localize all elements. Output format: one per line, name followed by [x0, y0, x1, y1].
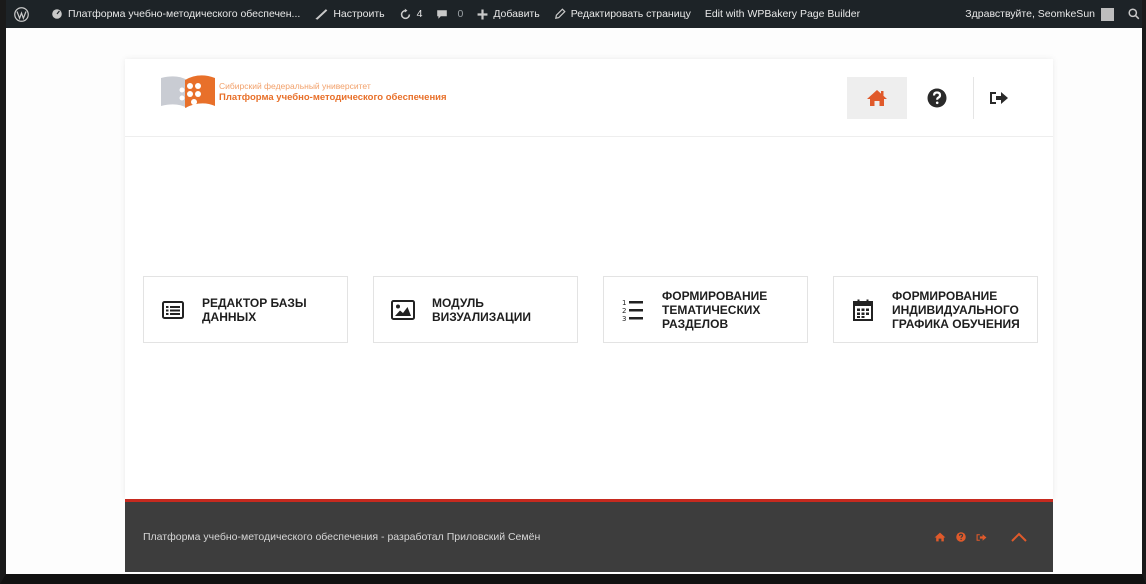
tile-icon-wrap	[144, 300, 202, 319]
edit-page-link[interactable]: Редактировать страницу	[547, 0, 698, 28]
page-frame: Платформа учебно-методического обеспечен…	[0, 0, 1146, 584]
add-new-link[interactable]: Добавить	[470, 0, 546, 28]
tile-label-line: Формирование	[662, 288, 768, 303]
scroll-to-top-button[interactable]	[1011, 532, 1027, 542]
home-button[interactable]	[847, 77, 907, 119]
tile-label-line: Формирование	[892, 288, 998, 303]
sign-out-icon	[989, 92, 1008, 104]
search-icon	[1128, 8, 1140, 20]
tile-label-line: данных	[202, 309, 257, 324]
tile-label-line: визуализации	[432, 309, 531, 324]
chevron-up-icon	[1011, 532, 1027, 542]
svg-text:1: 1	[622, 299, 626, 307]
wordpress-icon	[14, 6, 29, 22]
edit-page-label: Редактировать страницу	[570, 8, 691, 20]
tile-label-line: индивидуального	[892, 302, 1019, 317]
admin-search-button[interactable]	[1121, 0, 1142, 28]
customize-link[interactable]: Настроить	[307, 0, 391, 28]
tile-label: Формирование индивидуального графика обу…	[892, 289, 1026, 331]
tile-label-line: тематических	[662, 302, 761, 317]
university-logo-icon	[161, 75, 215, 108]
dashboard-icon	[52, 9, 62, 19]
footer-credits: Платформа учебно-методического обеспечен…	[143, 531, 541, 543]
comments-count: 0	[457, 8, 464, 20]
wordpress-logo-button[interactable]	[6, 0, 44, 28]
comments-link[interactable]: 0	[429, 0, 470, 28]
customize-label: Настроить	[333, 8, 385, 20]
tile-individual-schedule[interactable]: Формирование индивидуального графика обу…	[833, 276, 1038, 343]
question-circle-icon	[956, 532, 966, 542]
wpbakery-link[interactable]: Edit with WPBakery Page Builder	[698, 0, 867, 28]
wpbakery-label: Edit with WPBakery Page Builder	[704, 8, 861, 20]
home-icon	[934, 532, 946, 542]
logo-subtitle: Сибирский федеральный университет	[219, 81, 371, 91]
main-card: Сибирский федеральный университет Платфо…	[125, 59, 1053, 499]
tile-visualization-module[interactable]: Модуль визуализации	[373, 276, 578, 343]
svg-text:3: 3	[622, 315, 626, 322]
add-new-label: Добавить	[493, 8, 540, 20]
footer-home-button[interactable]	[934, 532, 946, 542]
tile-label-line: Модуль	[432, 295, 484, 310]
module-tiles: Редактор базы данных Модуль визуализации…	[143, 276, 1038, 343]
avatar	[1101, 7, 1114, 21]
plus-icon	[477, 9, 488, 19]
logout-button[interactable]	[973, 77, 1023, 119]
calendar-icon	[853, 299, 873, 321]
footer-nav	[934, 532, 1027, 542]
tile-label: Модуль визуализации	[432, 296, 537, 324]
help-button[interactable]	[907, 77, 967, 119]
ordered-list-icon: 123	[622, 299, 643, 322]
tile-icon-wrap: 123	[604, 298, 662, 322]
updates-link[interactable]: 4	[392, 0, 430, 28]
header-nav	[847, 77, 1023, 119]
site-logo[interactable]: Сибирский федеральный университет Платфо…	[159, 72, 447, 112]
tile-label: Редактор базы данных	[202, 296, 313, 324]
tile-icon-wrap	[834, 299, 892, 321]
svg-text:2: 2	[622, 307, 626, 315]
tile-label-line: графика обучения	[892, 316, 1020, 331]
tile-label: Формирование тематических разделов	[662, 289, 773, 331]
site-header: Сибирский федеральный университет Платфо…	[125, 59, 1053, 137]
image-icon	[391, 299, 415, 320]
list-icon	[162, 300, 184, 319]
account-menu[interactable]: Здравствуйте, SeomkeSun	[958, 0, 1121, 28]
home-icon	[867, 90, 887, 106]
tile-label-line: разделов	[662, 316, 729, 331]
comment-icon	[437, 9, 448, 19]
tile-label-line: Редактор базы	[202, 295, 307, 310]
sign-out-icon	[976, 533, 987, 541]
tile-icon-wrap	[374, 299, 432, 320]
wp-admin-bar: Платформа учебно-методического обеспечен…	[6, 0, 1142, 28]
tile-thematic-sections[interactable]: 123 Формирование тематических разделов	[603, 276, 808, 343]
tile-database-editor[interactable]: Редактор базы данных	[143, 276, 348, 343]
question-circle-icon	[927, 88, 947, 108]
refresh-icon	[400, 8, 410, 19]
site-footer: Платформа учебно-методического обеспечен…	[125, 499, 1053, 572]
footer-help-button[interactable]	[956, 532, 966, 542]
logo-title: Платформа учебно-методического обеспечен…	[219, 92, 447, 103]
footer-logout-button[interactable]	[976, 533, 987, 542]
logo-text: Сибирский федеральный университет Платфо…	[219, 80, 447, 104]
site-name-label: Платформа учебно-методического обеспечен…	[68, 8, 301, 20]
brush-icon	[315, 9, 328, 20]
pencil-icon	[554, 8, 566, 19]
site-name-link[interactable]: Платформа учебно-методического обеспечен…	[44, 0, 307, 28]
greeting-label: Здравствуйте, SeomkeSun	[965, 8, 1095, 20]
updates-count: 4	[416, 8, 423, 20]
